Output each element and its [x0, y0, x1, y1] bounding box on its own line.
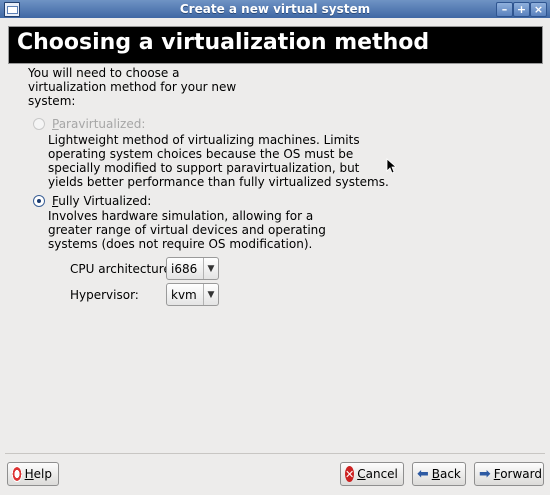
chevron-down-icon: ▼ [207, 289, 215, 300]
close-button[interactable]: × [530, 2, 547, 17]
hypervisor-value: kvm [167, 284, 204, 305]
minimize-button[interactable]: – [496, 2, 513, 17]
intro-text: You will need to choose a virtualization… [28, 66, 248, 108]
mouse-cursor-icon [386, 158, 396, 174]
back-arrow-icon: ⬅ [417, 466, 429, 482]
description-line: Lightweight method of virtualizing machi… [48, 133, 360, 147]
intro-line: virtualization method for your new [28, 80, 237, 94]
page-title: Choosing a virtualization method [17, 30, 430, 55]
intro-line: You will need to choose a [28, 66, 180, 80]
page-header-banner: Choosing a virtualization method [8, 26, 543, 64]
cancel-icon: ✕ [345, 466, 355, 482]
forward-arrow-icon: ➡ [479, 466, 491, 482]
help-button-label: Help [24, 467, 52, 481]
cpu-architecture-value: i686 [167, 258, 204, 279]
description-line: greater range of virtual devices and ope… [48, 223, 326, 237]
cancel-button[interactable]: ✕ Cancel [340, 462, 404, 486]
back-button-label: Back [431, 467, 461, 481]
hypervisor-combo[interactable]: kvm ▼ [166, 283, 219, 306]
hypervisor-label: Hypervisor: [70, 288, 139, 302]
forward-button[interactable]: ➡ Forward [474, 462, 544, 486]
window-titlebar[interactable]: Create a new virtual system – + × [0, 0, 550, 18]
radio-button-icon[interactable] [33, 195, 45, 207]
help-button[interactable]: Help [7, 462, 59, 486]
back-button[interactable]: ⬅ Back [412, 462, 466, 486]
cpu-architecture-label: CPU architecture: [70, 262, 175, 276]
forward-button-label: Forward [493, 467, 543, 481]
cancel-button-label: Cancel [357, 467, 398, 481]
description-line: specially modified to support paravirtua… [48, 161, 360, 175]
description-line: yields better performance than fully vir… [48, 175, 389, 189]
fully-virtualized-description: Involves hardware simulation, allowing f… [48, 209, 326, 251]
description-line: Involves hardware simulation, allowing f… [48, 209, 314, 223]
cpu-architecture-combo[interactable]: i686 ▼ [166, 257, 219, 280]
paravirtualized-description: Lightweight method of virtualizing machi… [48, 133, 389, 189]
radio-paravirtualized[interactable]: Paravirtualized: [33, 117, 145, 131]
intro-line: system: [28, 94, 76, 108]
radio-fully-virtualized[interactable]: Fully Virtualized: [33, 194, 151, 208]
radio-fully-virtualized-label: Fully Virtualized: [52, 194, 152, 208]
radio-paravirtualized-label: Paravirtualized: [52, 117, 146, 131]
button-area-separator [5, 453, 545, 454]
maximize-button[interactable]: + [513, 2, 530, 17]
chevron-down-icon: ▼ [207, 263, 215, 274]
radio-button-icon[interactable] [33, 118, 45, 130]
description-line: systems (does not require OS modificatio… [48, 237, 313, 251]
description-line: operating system choices because the OS … [48, 147, 354, 161]
lifebuoy-icon [12, 466, 22, 482]
window-title: Create a new virtual system [179, 2, 371, 16]
